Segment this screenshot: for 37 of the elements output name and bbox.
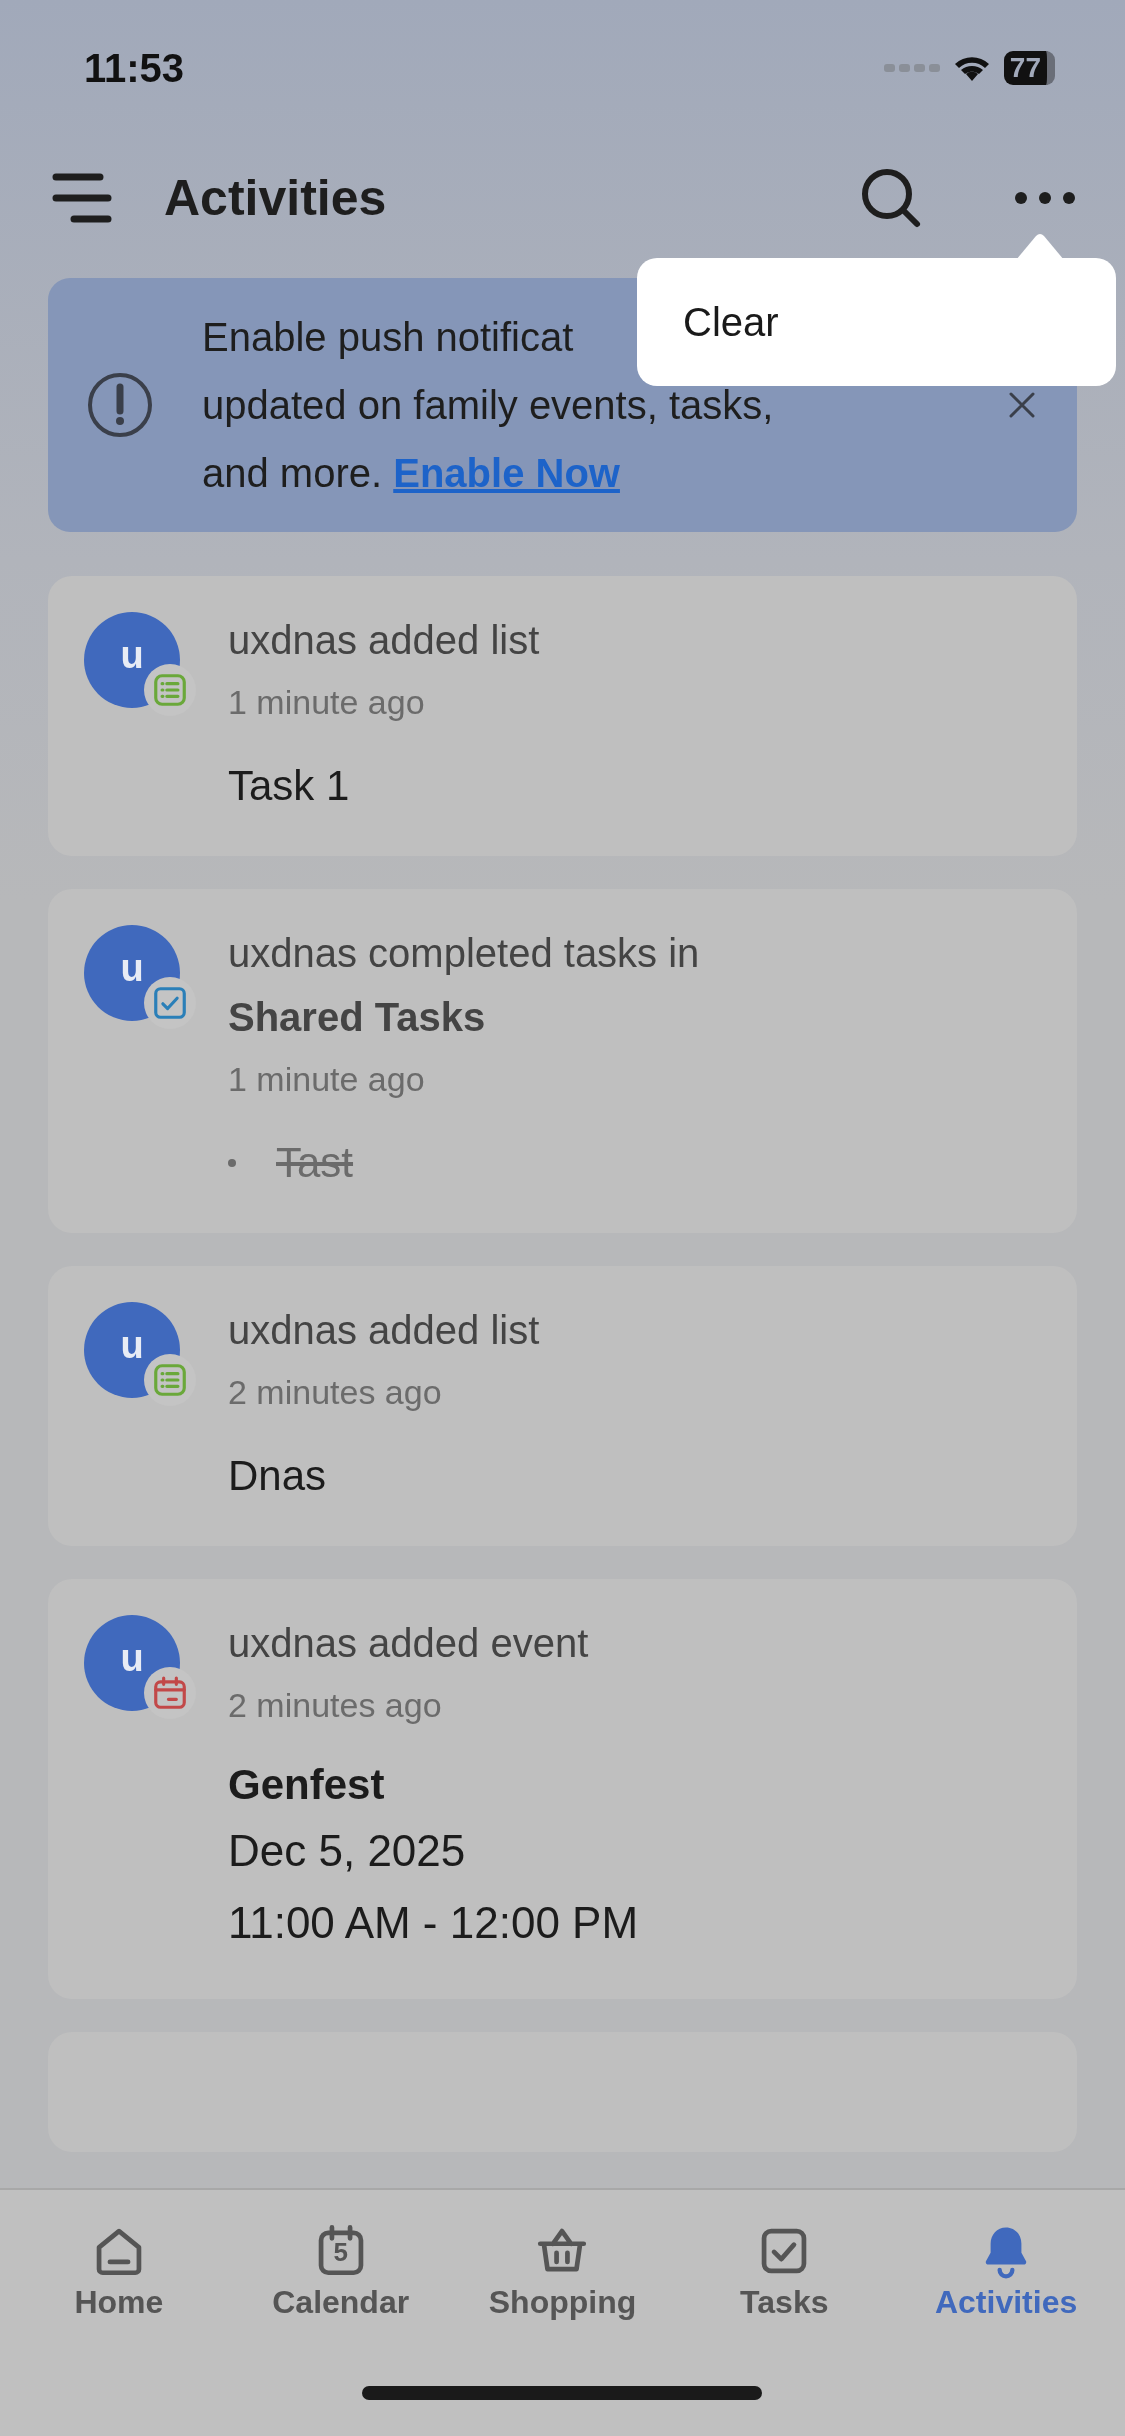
tab[interactable]: Shopping (451, 2210, 674, 2360)
list-name: Shared Tasks (228, 994, 487, 1041)
signal-icon (883, 61, 940, 75)
event-date: Dec 5, 2025 (228, 1825, 467, 1877)
list-icon (151, 671, 189, 709)
list-item: Task 1 (228, 761, 351, 811)
list-item: Dnas (228, 1451, 328, 1501)
timestamp: 2 minutes ago (228, 1685, 443, 1726)
activity-card[interactable]: u uxdnas added list 1 minute ago Task 1 (48, 576, 1077, 856)
timestamp: 2 minutes ago (228, 1372, 443, 1413)
close-icon[interactable] (1007, 390, 1037, 420)
activity-headline: uxdnas added list (228, 617, 540, 664)
event-title: Genfest (228, 1760, 386, 1810)
menu-icon[interactable] (52, 172, 112, 224)
page-title: Activities (164, 169, 387, 227)
alert-icon (86, 371, 154, 439)
checkbox-icon (151, 984, 189, 1022)
tab[interactable]: Activities (895, 2210, 1117, 2360)
activity-card[interactable]: u uxdnas added list 2 minutes ago Dnas (48, 1266, 1077, 1546)
activity-card[interactable]: u uxdnas completed tasks in Shared Tasks 1 minute ago Tast (48, 889, 1077, 1233)
tab[interactable]: Tasks (673, 2210, 896, 2360)
list-icon (151, 1361, 189, 1399)
activity-card[interactable]: u uxdnas added event 2 minutes ago Genfest Dec 5, 2025 11:00 AM - 12:00 PM (48, 1579, 1077, 1999)
tab[interactable]: 5 Calendar (229, 2210, 452, 2360)
activity-headline: uxdnas added list (228, 1307, 540, 1354)
timestamp: 1 minute ago (228, 1059, 426, 1100)
timestamp: 1 minute ago (228, 682, 426, 723)
activity-headline: uxdnas added event (228, 1620, 590, 1667)
list-item: Tast (228, 1133, 700, 1193)
menu-item[interactable]: Clear (683, 299, 779, 345)
status-time: 11:53 (84, 45, 185, 91)
calendar-icon (151, 1674, 189, 1712)
activity-headline: uxdnas completed tasks in (228, 930, 700, 977)
event-time: 11:00 AM - 12:00 PM (228, 1897, 639, 1949)
search-icon[interactable] (859, 166, 923, 230)
tab[interactable]: Home (8, 2210, 230, 2360)
battery-level: 77 (1003, 51, 1055, 85)
